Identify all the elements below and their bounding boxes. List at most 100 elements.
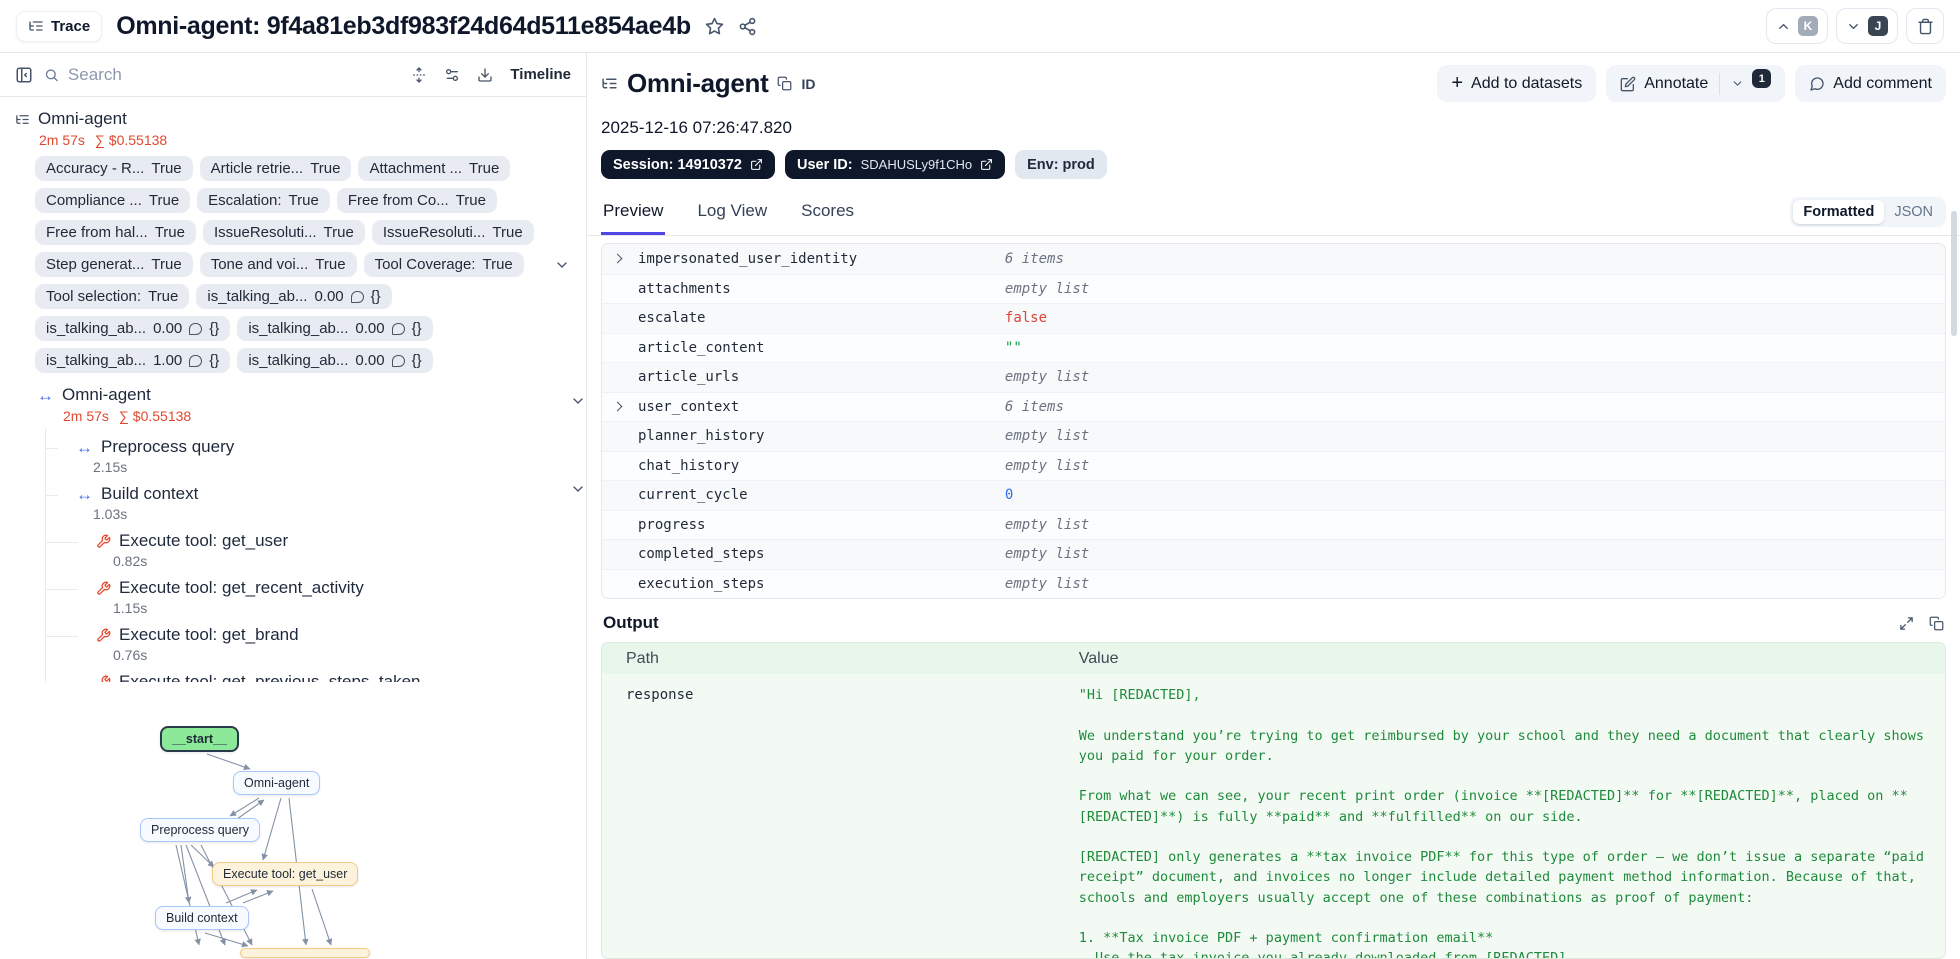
copy-id-label[interactable]: ID — [801, 76, 815, 92]
expand-chevron-icon[interactable] — [614, 315, 638, 322]
score-badge[interactable]: is_talking_ab... 1.00 {} — [35, 348, 231, 373]
tree-node-root[interactable]: Omni-agent — [15, 109, 586, 129]
table-row[interactable]: chat_history empty list — [602, 450, 1945, 480]
tab-log-view[interactable]: Log View — [695, 195, 769, 235]
tab-scores[interactable]: Scores — [799, 195, 856, 235]
table-row[interactable]: article_urls empty list — [602, 362, 1945, 392]
tree-node[interactable]: Execute tool: get_user 0.82s — [46, 522, 586, 569]
expand-icon[interactable] — [1899, 616, 1914, 631]
collapse-chevron-icon[interactable] — [570, 393, 586, 409]
score-name: Attachment ... — [369, 160, 463, 177]
score-badge[interactable]: IssueResoluti... True — [203, 220, 365, 245]
format-formatted[interactable]: Formatted — [1793, 199, 1885, 224]
score-badge[interactable]: Article retrie... True — [199, 156, 352, 181]
expand-chevron-icon[interactable] — [612, 253, 638, 264]
score-badge[interactable]: Accuracy - R... True — [35, 156, 193, 181]
user-id-pill[interactable]: User ID: SDAHUSLy9f1CHo — [784, 150, 1006, 179]
table-row[interactable]: execution_steps empty list — [602, 568, 1945, 598]
tree-guide — [46, 448, 58, 449]
bookmark-star-icon[interactable] — [705, 17, 724, 36]
graph-node[interactable]: Execute tool: get_user — [212, 862, 359, 886]
graph-node[interactable]: __start__ — [160, 726, 239, 752]
score-badge[interactable]: Step generat... True — [35, 252, 193, 277]
copy-icon[interactable] — [1929, 616, 1944, 631]
tree-node[interactable]: Execute tool: get_brand 0.76s — [46, 616, 586, 663]
score-badge[interactable]: is_talking_ab... 0.00 {} — [237, 348, 433, 373]
comment-icon — [189, 354, 203, 367]
graph-node[interactable]: Omni-agent — [233, 771, 321, 795]
collapse-chevron-icon[interactable] — [554, 257, 570, 273]
graph-node[interactable]: Preprocess query — [140, 818, 260, 842]
session-pill[interactable]: Session: 14910372 — [601, 150, 775, 179]
score-badge[interactable]: Compliance ... True — [35, 188, 191, 213]
score-name: IssueResoluti... — [382, 224, 486, 241]
row-key: chat_history — [638, 457, 740, 474]
table-row[interactable]: escalate false — [602, 303, 1945, 333]
output-response-text: "Hi [REDACTED], We understand you’re try… — [1078, 687, 1925, 959]
annotate-button[interactable]: Annotate 1 — [1606, 65, 1786, 102]
graph-node[interactable] — [240, 948, 370, 958]
score-badge[interactable]: Attachment ... True — [358, 156, 511, 181]
table-row[interactable]: current_cycle 0 — [602, 480, 1945, 510]
pencil-square-icon — [1620, 76, 1636, 91]
share-icon[interactable] — [738, 17, 757, 36]
download-icon[interactable] — [477, 67, 493, 83]
search-input[interactable] — [67, 64, 401, 85]
score-badge[interactable]: Tone and voi... True — [199, 252, 357, 277]
expand-chevron-icon[interactable] — [614, 492, 638, 499]
score-badge[interactable]: Free from Co... True — [336, 188, 497, 213]
display-settings-icon[interactable] — [444, 67, 460, 83]
unfold-all-icon[interactable] — [411, 66, 427, 83]
table-row[interactable]: planner_history empty list — [602, 421, 1945, 451]
tree-node[interactable]: Execute tool: get_previous_steps_taken 1… — [46, 663, 586, 682]
score-badge[interactable]: Escalation: True — [197, 188, 330, 213]
next-trace-button[interactable]: J — [1836, 8, 1898, 44]
expand-chevron-icon[interactable] — [614, 521, 638, 528]
score-badge[interactable]: Free from hal... True — [35, 220, 196, 245]
table-row[interactable]: completed_steps empty list — [602, 539, 1945, 569]
add-to-datasets-button[interactable]: + Add to datasets — [1437, 65, 1597, 102]
score-badge[interactable]: Tool selection: True — [35, 284, 190, 309]
graph-node[interactable]: Build context — [155, 906, 249, 930]
score-value: True — [288, 192, 319, 209]
table-row[interactable]: impersonated_user_identity 6 items — [602, 244, 1945, 274]
output-row: response "Hi [REDACTED], We understand y… — [602, 674, 1945, 959]
expand-chevron-icon[interactable] — [614, 374, 638, 381]
row-value: empty list — [1004, 369, 1090, 386]
expand-chevron-icon[interactable] — [614, 462, 638, 469]
prev-trace-button[interactable]: K — [1766, 8, 1828, 44]
score-badge[interactable]: IssueResoluti... True — [371, 220, 534, 245]
tree-node[interactable]: Execute tool: get_recent_activity 1.15s — [46, 569, 586, 616]
table-row[interactable]: progress empty list — [602, 509, 1945, 539]
expand-chevron-icon[interactable] — [614, 551, 638, 558]
tab-preview[interactable]: Preview — [601, 195, 666, 235]
row-key: article_content — [638, 339, 765, 356]
comment-icon — [391, 322, 405, 335]
search-box[interactable] — [44, 64, 401, 85]
expand-chevron-icon[interactable] — [612, 401, 638, 412]
timeline-toggle[interactable]: Timeline — [510, 66, 571, 83]
page-title: Omni-agent: 9f4a81eb3df983f24d64d511e854… — [116, 11, 691, 40]
collapse-chevron-icon[interactable] — [570, 481, 586, 497]
score-badge[interactable]: is_talking_ab... 0.00 {} — [196, 284, 392, 309]
expand-chevron-icon[interactable] — [614, 344, 638, 351]
tree-node[interactable]: ↔ Build context 1.03s — [46, 475, 586, 522]
format-json[interactable]: JSON — [1884, 200, 1943, 224]
delete-trace-button[interactable] — [1906, 8, 1944, 44]
table-row[interactable]: attachments empty list — [602, 273, 1945, 303]
add-comment-button[interactable]: Add comment — [1795, 65, 1946, 102]
collapse-panel-icon[interactable] — [15, 66, 33, 84]
score-badge[interactable]: is_talking_ab... 0.00 {} — [35, 316, 231, 341]
copy-icon[interactable] — [777, 76, 792, 91]
score-badge[interactable]: Tool Coverage: True — [363, 252, 524, 277]
tree-node-agent[interactable]: ↔ Omni-agent — [37, 385, 586, 405]
expand-chevron-icon[interactable] — [614, 285, 638, 292]
expand-chevron-icon[interactable] — [614, 580, 638, 587]
table-row[interactable]: user_context 6 items — [602, 391, 1945, 421]
row-key: user_context — [638, 398, 740, 415]
tree-node[interactable]: ↔ Preprocess query 2.15s — [46, 428, 586, 475]
expand-chevron-icon[interactable] — [614, 433, 638, 440]
table-row[interactable]: article_content "" — [602, 332, 1945, 362]
score-badge[interactable]: is_talking_ab... 0.00 {} — [237, 316, 433, 341]
scrollbar-thumb[interactable] — [1951, 211, 1957, 336]
